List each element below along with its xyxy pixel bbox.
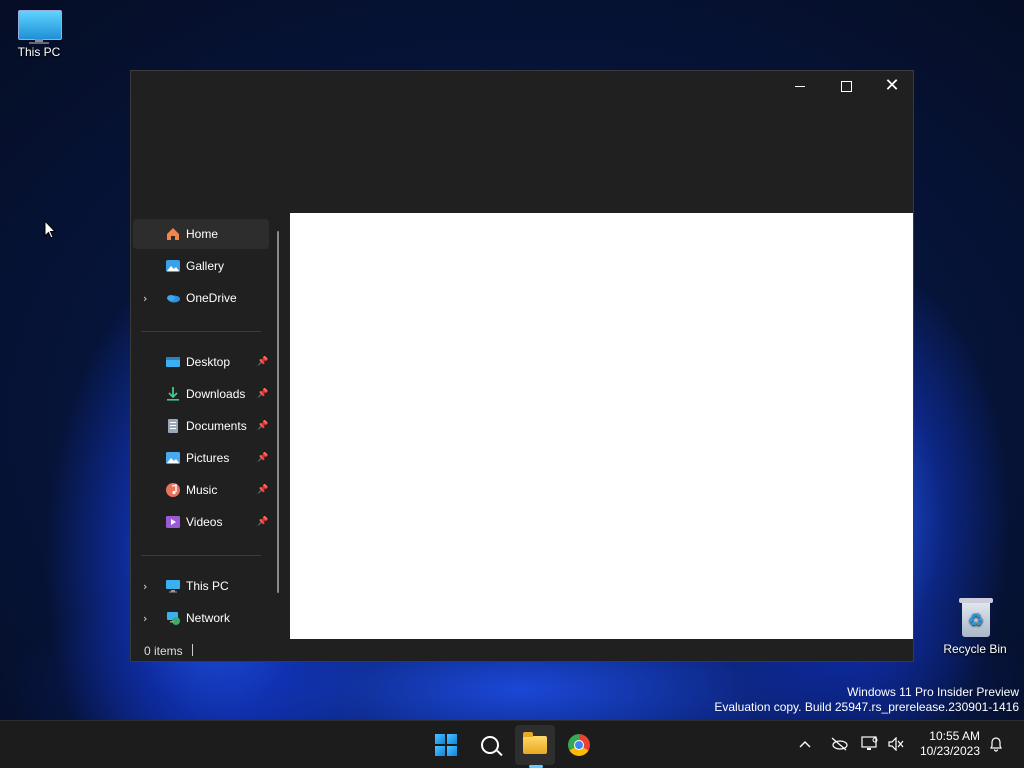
sidebar-item-desktop[interactable]: Desktop 📌	[133, 347, 269, 377]
sidebar-item-label: OneDrive	[186, 291, 237, 305]
sidebar-item-network[interactable]: › Network	[133, 603, 269, 633]
chevron-right-icon[interactable]: ›	[143, 292, 153, 305]
maximize-icon	[840, 80, 852, 92]
sidebar-item-label: Downloads	[186, 387, 246, 401]
pin-icon: 📌	[257, 389, 269, 399]
maximize-button[interactable]	[823, 71, 869, 101]
start-icon	[435, 734, 457, 756]
taskbar: 10:55 AM 10/23/2023	[0, 720, 1024, 768]
onedrive-icon	[165, 290, 181, 306]
sidebar-item-downloads[interactable]: Downloads 📌	[133, 379, 269, 409]
chevron-right-icon[interactable]: ›	[143, 580, 153, 593]
navigation-pane[interactable]: Home Gallery › OneDrive Desktop 📌 Downlo…	[131, 213, 289, 639]
file-explorer-taskbar-button[interactable]	[515, 725, 555, 765]
recycle-bin-icon: ♻	[959, 598, 993, 638]
pin-icon: 📌	[257, 421, 269, 431]
network-status-icon[interactable]	[861, 736, 879, 752]
monitor-icon	[18, 10, 62, 44]
desktop-icon-label: Recycle Bin	[943, 642, 1007, 656]
documents-icon	[165, 418, 181, 434]
sidebar-item-label: Gallery	[186, 259, 225, 273]
pin-icon: 📌	[257, 453, 269, 463]
sidebar-item-label: Desktop	[186, 355, 231, 369]
sidebar-item-home[interactable]: Home	[133, 219, 269, 249]
status-separator	[192, 644, 193, 656]
sidebar-item-gallery[interactable]: Gallery	[133, 251, 269, 281]
title-bar[interactable]: ✕	[131, 71, 913, 213]
show-hidden-icons-icon[interactable]	[799, 739, 811, 749]
navigation-scrollbar[interactable]	[277, 231, 279, 593]
close-icon: ✕	[884, 75, 900, 96]
sidebar-item-music[interactable]: Music 📌	[133, 475, 269, 505]
chrome-taskbar-button[interactable]	[559, 725, 599, 765]
pin-icon: 📌	[257, 357, 269, 367]
pictures-icon	[165, 450, 181, 466]
sidebar-item-videos[interactable]: Videos 📌	[133, 507, 269, 537]
mouse-cursor-icon	[44, 220, 56, 239]
divider	[141, 555, 261, 556]
watermark-line: Windows 11 Pro Insider Preview	[847, 685, 1019, 699]
minimize-button[interactable]	[777, 71, 823, 101]
sidebar-item-label: Music	[186, 483, 218, 497]
clock-time: 10:55 AM	[929, 729, 980, 743]
system-clock[interactable]: 10:55 AM 10/23/2023	[914, 729, 980, 759]
home-icon	[165, 226, 181, 242]
network-icon	[165, 610, 181, 626]
search-button[interactable]	[470, 725, 510, 765]
desktop-icon-label: This PC	[17, 45, 61, 59]
status-bar: 0 items	[131, 639, 913, 661]
notifications-bell-icon[interactable]	[989, 736, 1003, 752]
sidebar-item-onedrive[interactable]: › OneDrive	[133, 283, 269, 313]
sidebar-item-label: Videos	[186, 515, 223, 529]
pin-icon: 📌	[257, 517, 269, 527]
minimize-icon	[795, 85, 805, 87]
evaluation-watermark: Windows 11 Pro Insider Preview Evaluatio…	[714, 685, 1019, 715]
close-button[interactable]: ✕	[869, 71, 915, 101]
this-pc-icon	[165, 578, 181, 594]
sidebar-item-this-pc[interactable]: › This PC	[133, 571, 269, 601]
downloads-icon	[165, 386, 181, 402]
desktop-icon	[165, 354, 181, 370]
sidebar-item-label: Network	[186, 611, 231, 625]
sidebar-item-pictures[interactable]: Pictures 📌	[133, 443, 269, 473]
sidebar-item-label: Pictures	[186, 451, 230, 465]
search-icon	[481, 736, 499, 754]
file-explorer-window[interactable]: ✕ Home Gallery › OneDrive Desktop 📌 Down…	[130, 70, 914, 662]
clock-date: 10/23/2023	[919, 744, 980, 758]
volume-muted-icon[interactable]	[887, 737, 905, 751]
chevron-right-icon[interactable]: ›	[143, 612, 153, 625]
chrome-icon	[568, 734, 590, 756]
sidebar-item-documents[interactable]: Documents 📌	[133, 411, 269, 441]
content-pane[interactable]	[290, 213, 913, 639]
desktop-icon-recycle-bin[interactable]: ♻ Recycle Bin	[936, 598, 1014, 656]
sidebar-item-label: Documents	[186, 419, 247, 433]
pin-icon: 📌	[257, 485, 269, 495]
sidebar-item-label: Home	[186, 227, 219, 241]
videos-icon	[165, 514, 181, 530]
music-icon	[165, 482, 181, 498]
start-button[interactable]	[426, 725, 466, 765]
gallery-icon	[165, 258, 181, 274]
desktop-icon-this-pc[interactable]: This PC	[0, 10, 78, 59]
onedrive-offline-icon[interactable]	[829, 736, 849, 752]
watermark-line: Evaluation copy. Build 25947.rs_prerelea…	[714, 700, 1019, 714]
divider	[141, 331, 261, 332]
file-explorer-icon	[523, 732, 547, 754]
item-count: 0 items	[144, 644, 183, 658]
sidebar-item-label: This PC	[186, 579, 229, 593]
